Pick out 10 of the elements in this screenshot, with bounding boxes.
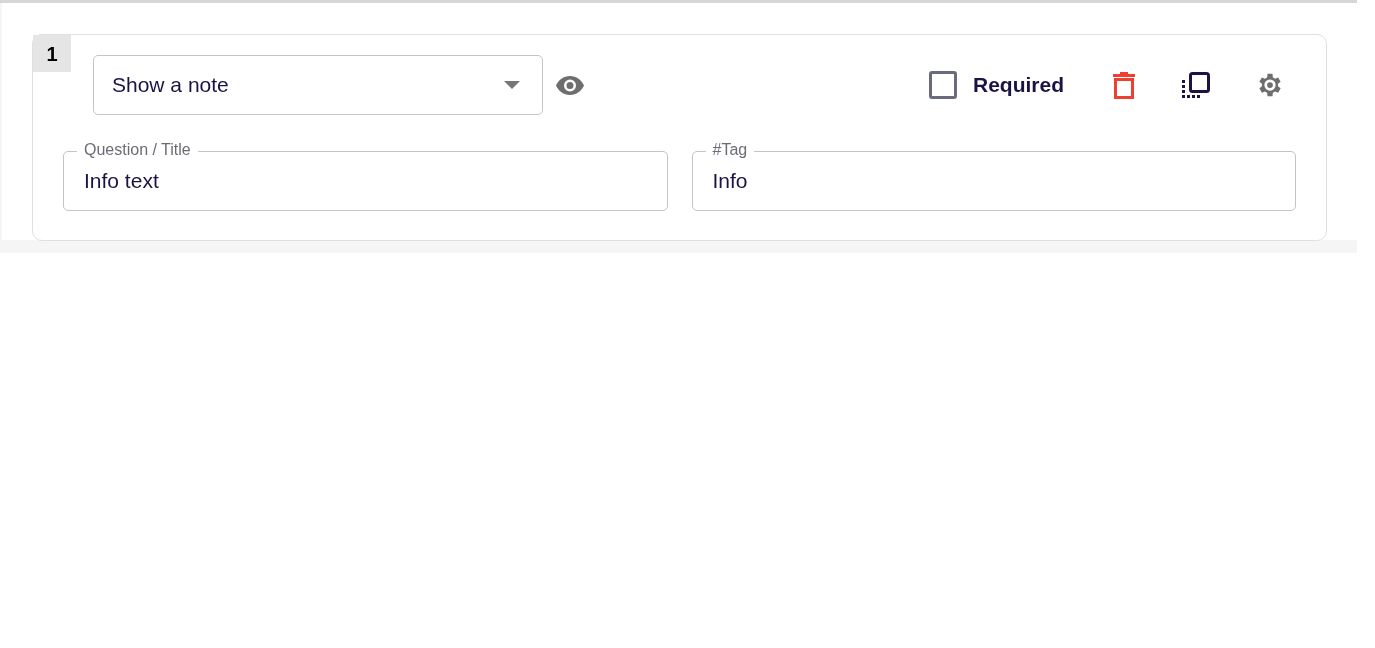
duplicate-icon[interactable] (1182, 71, 1210, 99)
checkbox[interactable] (929, 71, 957, 99)
question-type-select[interactable]: Show a note (93, 55, 543, 115)
question-number: 1 (33, 35, 71, 72)
dropdown-caret-icon (504, 81, 520, 89)
delete-icon[interactable] (1112, 71, 1136, 99)
field-label: #Tag (705, 140, 755, 160)
preview-eye-icon[interactable] (555, 75, 585, 95)
required-checkbox[interactable]: Required (929, 69, 1064, 101)
field-label: Question / Title (77, 140, 198, 160)
